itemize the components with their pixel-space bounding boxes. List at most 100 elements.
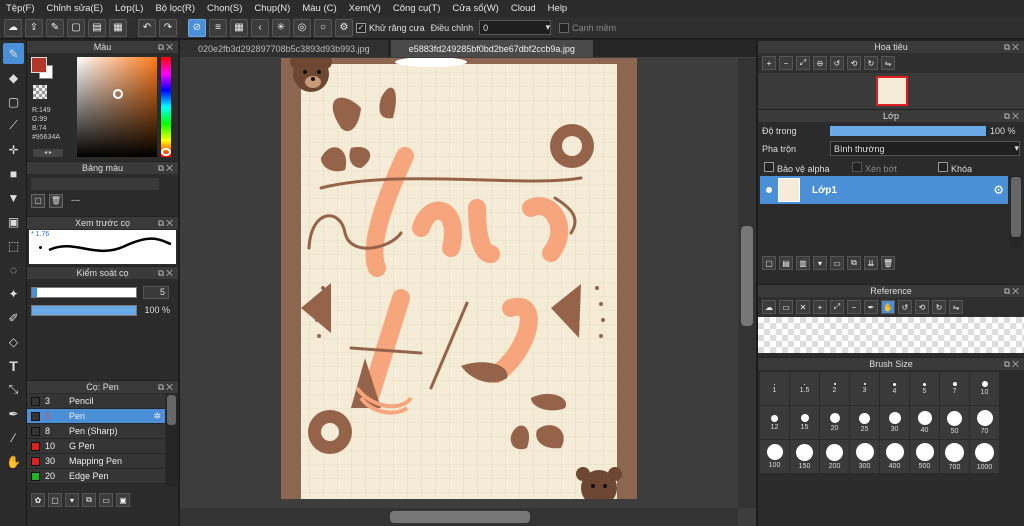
panel-controls-icon[interactable]: ⧉✕ [1004,359,1021,370]
menu-item[interactable]: Help [542,3,574,14]
reference-flip-icon[interactable]: ⇋ [949,300,963,314]
reference-hand-icon[interactable]: ✋ [881,300,895,314]
delete-layer-icon[interactable]: 🗑 [881,256,895,270]
brush-size-cell[interactable]: 30 [880,406,910,440]
add-halftone-icon[interactable]: ▤ [779,256,793,270]
open-icon[interactable]: ▦ [109,18,127,37]
menu-item[interactable]: Bộ lọc(R) [149,3,201,14]
reference-zoom-out-icon[interactable]: − [847,300,861,314]
snap-grid-icon[interactable]: ▦ [230,18,248,37]
reference-fit-icon[interactable]: ⤢ [830,300,844,314]
flip-icon[interactable]: ⇋ [881,56,895,70]
reference-zoom-in-icon[interactable]: + [813,300,827,314]
brush-size-cell[interactable]: 200 [820,440,850,474]
add-8bit-icon[interactable]: ▥ [796,256,810,270]
add-brush-icon[interactable]: ▢ [48,493,62,507]
menu-item[interactable]: Lớp(L) [109,3,149,14]
panel-controls-icon[interactable]: ⧉✕ [1004,111,1021,122]
snap-radial-icon[interactable]: ✳ [272,18,290,37]
brush-size-cell[interactable]: 300 [850,440,880,474]
select-pen-icon[interactable]: ✐ [3,307,24,328]
undo-icon[interactable]: ↶ [138,18,156,37]
new-file-icon[interactable]: ▢ [67,18,85,37]
brush-size-cell[interactable]: 12 [760,406,790,440]
horizontal-scrollbar[interactable] [180,508,738,526]
reference-close-icon[interactable]: ✕ [796,300,810,314]
delete-palette-icon[interactable]: 🗑 [49,194,63,208]
panel-controls-icon[interactable]: ⧉✕ [1004,42,1021,53]
menu-item[interactable]: Chỉnh sửa(E) [41,3,110,14]
palette-select[interactable]: --- [71,195,169,207]
reference-dropper-icon[interactable]: ✒ [864,300,878,314]
hand-tool-icon[interactable]: ✋ [3,451,24,472]
pen-list-scrollbar[interactable] [166,394,177,486]
brush-size-cell[interactable]: 100 [760,440,790,474]
document-tab[interactable]: e5883fd249285bf0bd2be67dbf2ccb9a.jpg [390,40,594,57]
panel-controls-icon[interactable]: ⧉✕ [158,218,175,229]
duplicate-layer-icon[interactable]: ⧉ [847,256,861,270]
brush-size-cell[interactable]: 150 [790,440,820,474]
delete-brush-icon[interactable]: ▣ [116,493,130,507]
menu-item[interactable]: Xem(V) [343,3,387,14]
hue-slider[interactable] [161,57,171,157]
fill-rect-tool-icon[interactable]: ■ [3,163,24,184]
rotate-left-icon[interactable]: ↺ [830,56,844,70]
rect-tool-icon[interactable]: ▢ [3,91,24,112]
brush-size-cell[interactable]: 20 [820,406,850,440]
save-icon[interactable]: ▤ [88,18,106,37]
reference-rotate-left-icon[interactable]: ↺ [898,300,912,314]
reference-canvas[interactable] [758,317,1024,353]
snap-settings-icon[interactable]: ⚙ [335,18,353,37]
pen-list-item[interactable]: 8 Pen (Sharp) [27,424,165,439]
eye-icon[interactable] [766,187,772,193]
redo-icon[interactable]: ↷ [159,18,177,37]
blend-select[interactable]: Bình thường ▾ [830,141,1020,156]
document-tab[interactable]: 020e2fb3d292897708b5c3893d93b993.jpg [180,40,389,57]
navigator-viewport[interactable] [876,76,908,106]
add-brush-menu-icon[interactable]: ▾ [65,493,79,507]
merge-layer-icon[interactable]: ⇊ [864,256,878,270]
menu-item[interactable]: Cloud [505,3,542,14]
color-picker-cursor[interactable] [113,89,123,99]
move-tool-icon[interactable]: ✛ [3,139,24,160]
brush-size-cell[interactable]: 400 [880,440,910,474]
pen-list-item[interactable]: 10 G Pen [27,439,165,454]
pen-list-item[interactable]: 3 Pencil [27,394,165,409]
panel-controls-icon[interactable]: ⧉✕ [158,268,175,279]
reset-rotation-icon[interactable]: ⟲ [847,56,861,70]
brush-tool-icon[interactable]: ⟋ [3,115,24,136]
gear-icon[interactable]: ✲ [153,411,161,422]
reference-reset-icon[interactable]: ⟲ [915,300,929,314]
brush-size-value[interactable]: 5 [143,286,169,299]
panel-controls-icon[interactable]: ⧉✕ [158,163,175,174]
menu-item[interactable]: Cửa sổ(W) [446,3,504,14]
layer-scrollbar[interactable] [1010,176,1022,248]
brush-size-cell[interactable]: 5 [910,372,940,406]
vertical-scrollbar[interactable] [738,58,756,508]
layer-row[interactable]: Lớp1 ⚙ [760,176,1008,204]
panel-controls-icon[interactable]: ⧉✕ [158,382,175,393]
brush-settings-icon[interactable]: ✿ [31,493,45,507]
brush-size-cell[interactable]: 500 [910,440,940,474]
rotate-right-icon[interactable]: ↻ [864,56,878,70]
panel-controls-icon[interactable]: ⧉✕ [158,42,175,53]
color-sv-picker[interactable] [77,57,157,157]
navigator-preview[interactable] [758,73,1024,109]
copy-brush-icon[interactable]: ⧉ [82,493,96,507]
color-mode-buttons[interactable]: ◂ ▸ [33,149,63,157]
brush-size-cell[interactable]: 70 [970,406,1000,440]
brush-size-cell[interactable]: 15 [790,406,820,440]
brush-size-cell[interactable]: 25 [850,406,880,440]
brush-size-cell[interactable]: 4 [880,372,910,406]
snap-off-icon[interactable]: ⊘ [188,18,206,37]
brush-size-slider[interactable] [31,287,137,298]
menu-item[interactable]: Tệp(F) [0,3,41,14]
dropper-tool-icon[interactable]: ✒ [3,403,24,424]
lasso-tool-icon[interactable]: ◌ [3,259,24,280]
add-layer-icon[interactable]: ▢ [762,256,776,270]
brush-size-cell[interactable]: 2 [820,372,850,406]
pen-list-item[interactable]: 5 Pen ✲ [27,409,165,424]
canvas-area[interactable]: 020e2fb3d292897708b5c3893d93b993.jpg e588… [180,40,756,526]
fit-icon[interactable]: ⤢ [796,56,810,70]
protect-alpha-checkbox[interactable]: Bảo vệ alpha [764,162,830,174]
